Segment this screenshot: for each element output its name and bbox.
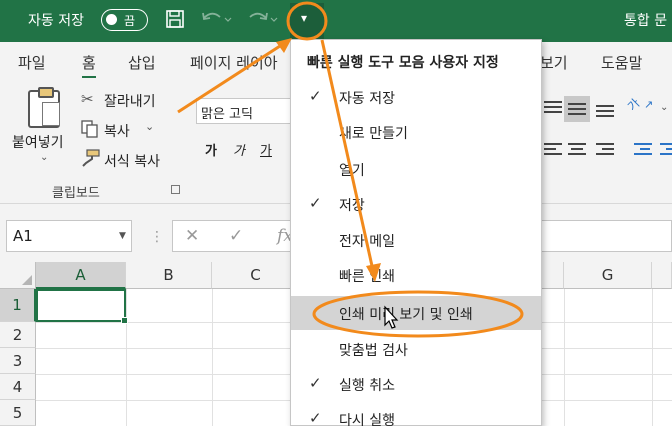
- column-header-partial: [652, 262, 672, 289]
- menu-item-label: 맞춤법 검사: [339, 343, 408, 359]
- column-header[interactable]: C: [212, 262, 300, 289]
- active-cell[interactable]: [36, 289, 128, 324]
- save-icon[interactable]: [165, 9, 185, 34]
- menu-item[interactable]: ✓ 저장: [291, 187, 541, 221]
- grid-line: [126, 289, 127, 426]
- name-box-value: A1: [13, 227, 33, 245]
- align-top-icon[interactable]: [540, 96, 566, 122]
- paste-button[interactable]: 붙여넣기: [12, 132, 64, 152]
- menu-item[interactable]: 빠른 인쇄: [291, 258, 541, 292]
- more-icon: ⋮: [150, 229, 164, 245]
- format-painter-icon: [81, 149, 101, 171]
- menu-item[interactable]: 인쇄 미리 보기 및 인쇄: [291, 296, 541, 330]
- orientation-arrow-icon: ↗: [644, 98, 654, 111]
- select-all-button[interactable]: [0, 262, 36, 289]
- tab-page-layout[interactable]: 페이지 레이아: [190, 52, 278, 73]
- menu-item[interactable]: ✓ 자동 저장: [291, 80, 541, 114]
- paste-icon[interactable]: [28, 87, 60, 128]
- menu-item-label: 전자 메일: [339, 234, 395, 250]
- grid-line: [564, 289, 565, 426]
- menu-title: 빠른 실행 도구 모음 사용자 지정: [307, 55, 499, 71]
- menu-item-label: 저장: [339, 198, 365, 214]
- tab-insert[interactable]: 삽입: [128, 52, 156, 73]
- customize-qat-button[interactable]: ▾: [290, 3, 324, 39]
- document-title: 통합 문: [624, 13, 668, 29]
- chevron-down-icon[interactable]: ⌄: [40, 152, 48, 163]
- column-header[interactable]: B: [126, 262, 212, 289]
- scissors-icon: ✂: [81, 90, 94, 108]
- check-icon: ✓: [309, 374, 322, 392]
- align-middle-icon[interactable]: [564, 96, 590, 122]
- row-header[interactable]: 3: [0, 348, 36, 374]
- bold-button[interactable]: 가: [205, 140, 217, 159]
- menu-item-label: 새로 만들기: [339, 126, 408, 142]
- font-name-value: 맑은 고딕: [201, 107, 253, 122]
- menu-item-label: 실행 취소: [339, 378, 395, 394]
- row-header[interactable]: 4: [0, 374, 36, 400]
- menu-item[interactable]: ✓ 다시 실행: [291, 402, 541, 426]
- align-bottom-icon[interactable]: [592, 96, 618, 122]
- menu-item[interactable]: 맞춤법 검사: [291, 332, 541, 366]
- font-name-field[interactable]: 맑은 고딕: [196, 98, 292, 124]
- toggle-state: 끔: [124, 14, 136, 28]
- tab-help[interactable]: 도움말: [601, 52, 642, 73]
- autosave-toggle[interactable]: 끔: [101, 9, 148, 31]
- menu-item-label: 인쇄 미리 보기 및 인쇄: [339, 307, 473, 323]
- italic-button[interactable]: 가: [233, 140, 245, 159]
- undo-icon[interactable]: [200, 9, 232, 34]
- menu-item-label: 빠른 인쇄: [339, 269, 395, 285]
- check-icon: ✓: [309, 194, 322, 212]
- grid-line: [212, 289, 213, 426]
- align-left-icon[interactable]: [540, 136, 566, 162]
- redo-icon[interactable]: [246, 9, 278, 34]
- enter-icon[interactable]: ✓: [229, 226, 243, 246]
- format-painter-button[interactable]: 서식 복사: [104, 151, 160, 171]
- tab-home[interactable]: 홈: [82, 52, 96, 78]
- dialog-launcher-icon[interactable]: [171, 185, 180, 194]
- tab-file[interactable]: 파일: [18, 52, 46, 73]
- menu-item-label: 다시 실행: [339, 413, 395, 426]
- underline-button[interactable]: 가: [260, 140, 272, 159]
- title-bar: 자동 저장 끔 ▾ 통합 문: [0, 0, 672, 42]
- chevron-down-icon[interactable]: ⌄: [145, 120, 154, 133]
- grid-line: [652, 289, 653, 426]
- autosave-label: 자동 저장: [28, 13, 84, 29]
- row-header[interactable]: 2: [0, 322, 36, 348]
- menu-item[interactable]: 전자 메일: [291, 223, 541, 257]
- column-header[interactable]: G: [564, 262, 652, 289]
- row-header[interactable]: 5: [0, 400, 36, 426]
- name-box[interactable]: A1 ▼: [6, 220, 132, 252]
- clipboard-group-label: 클립보드: [52, 186, 100, 201]
- chevron-down-icon: ▾: [301, 11, 308, 25]
- increase-indent-icon[interactable]: [656, 136, 672, 162]
- check-icon: ✓: [309, 409, 322, 426]
- orientation-button[interactable]: 가: [624, 95, 644, 115]
- align-center-icon[interactable]: [564, 136, 590, 162]
- chevron-down-icon[interactable]: ⌄: [660, 102, 668, 113]
- menu-item[interactable]: ✓ 실행 취소: [291, 367, 541, 401]
- decrease-indent-icon[interactable]: [630, 136, 656, 162]
- tab-view[interactable]: 보기: [540, 52, 568, 73]
- menu-item[interactable]: 열기: [291, 152, 541, 186]
- chevron-down-icon[interactable]: ▼: [119, 231, 126, 241]
- row-header[interactable]: 1: [0, 289, 36, 322]
- check-icon: ✓: [309, 87, 322, 105]
- cancel-icon[interactable]: ✕: [185, 226, 199, 246]
- column-header[interactable]: A: [36, 262, 126, 289]
- menu-item-label: 열기: [339, 163, 365, 179]
- copy-icon: [81, 120, 99, 142]
- copy-button[interactable]: 복사: [104, 121, 130, 141]
- menu-item[interactable]: 새로 만들기: [291, 115, 541, 149]
- cut-button[interactable]: 잘라내기: [104, 91, 156, 111]
- menu-item-label: 자동 저장: [339, 91, 395, 107]
- toggle-knob: [106, 14, 117, 25]
- customize-qat-menu: 빠른 실행 도구 모음 사용자 지정 ✓ 자동 저장새로 만들기열기 ✓ 저장전자 메…: [290, 39, 542, 426]
- align-right-icon[interactable]: [592, 136, 618, 162]
